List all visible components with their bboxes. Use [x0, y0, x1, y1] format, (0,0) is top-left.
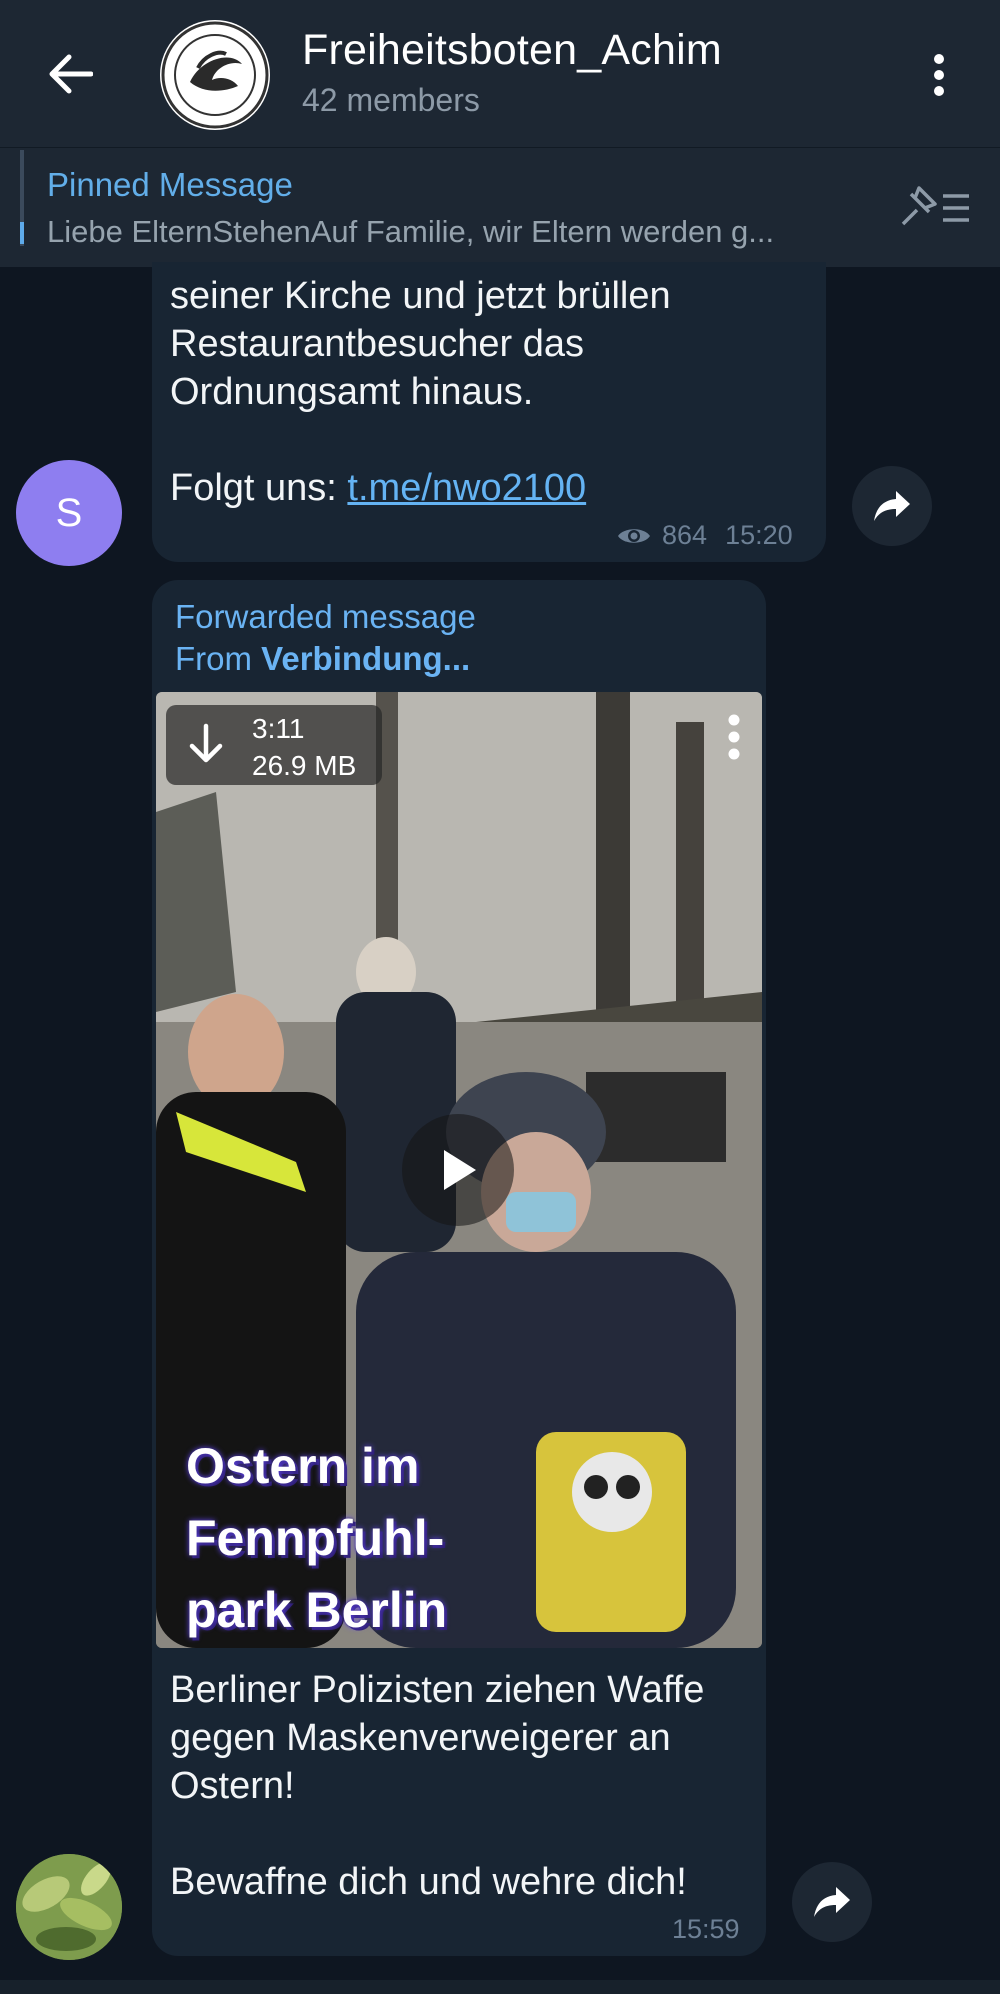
pinned-list-button[interactable] — [895, 180, 975, 236]
pinned-title: Pinned Message — [47, 166, 293, 203]
forwarded-from[interactable]: From Verbindung... — [175, 640, 470, 678]
message-time: 15:59 — [672, 1914, 740, 1944]
message-time: 15:20 — [725, 520, 793, 550]
message-meta: 15:59 — [672, 1914, 740, 1945]
message-text: seiner Kirche und jetzt brüllen Restaura… — [170, 272, 810, 512]
channel-logo — [161, 21, 269, 129]
pin-list-icon — [901, 186, 969, 226]
avatar-letter: S — [55, 490, 83, 535]
channel-title[interactable]: Freiheitsboten_Achim — [302, 26, 722, 75]
video-duration: 3:11 — [252, 713, 305, 744]
forwarded-from-prefix: From — [175, 640, 262, 677]
forwarded-source-name[interactable]: Verbindung... — [261, 640, 470, 677]
play-button[interactable] — [402, 1114, 514, 1226]
share-arrow-icon — [874, 491, 910, 521]
forwarded-label: Forwarded message — [175, 598, 476, 635]
video-size: 26.9 MB — [252, 750, 357, 781]
more-vertical-icon — [934, 54, 944, 96]
avatar-photo-image — [16, 1854, 122, 1960]
pinned-text: Liebe ElternStehenAuf Familie, wir Elter… — [47, 214, 775, 249]
arrow-left-icon — [49, 54, 93, 94]
message-meta: 864 15:20 — [616, 520, 793, 551]
member-count: 42 members — [302, 82, 480, 118]
view-count: 864 — [662, 520, 708, 550]
video-overlay-caption: Ostern im Fennpfuhl- park Berlin — [186, 1438, 448, 1638]
channel-avatar[interactable] — [160, 20, 270, 130]
share-arrow-icon — [814, 1887, 850, 1917]
message-text: Berliner Polizisten ziehen Waffe gegen M… — [170, 1669, 705, 1903]
play-icon — [444, 1150, 476, 1190]
more-menu-button[interactable] — [912, 40, 966, 110]
avatar[interactable] — [16, 1854, 122, 1960]
download-icon[interactable] — [186, 722, 226, 768]
back-button[interactable] — [30, 38, 110, 110]
pinned-indicator-active — [20, 222, 24, 244]
bottom-bar — [0, 1980, 1000, 1994]
share-button[interactable] — [792, 1862, 872, 1942]
channel-link[interactable]: t.me/nwo2100 — [347, 467, 586, 509]
share-button[interactable] — [852, 466, 932, 546]
eye-icon — [618, 528, 650, 543]
avatar[interactable]: S — [16, 460, 122, 566]
video-menu-icon[interactable] — [724, 712, 744, 762]
